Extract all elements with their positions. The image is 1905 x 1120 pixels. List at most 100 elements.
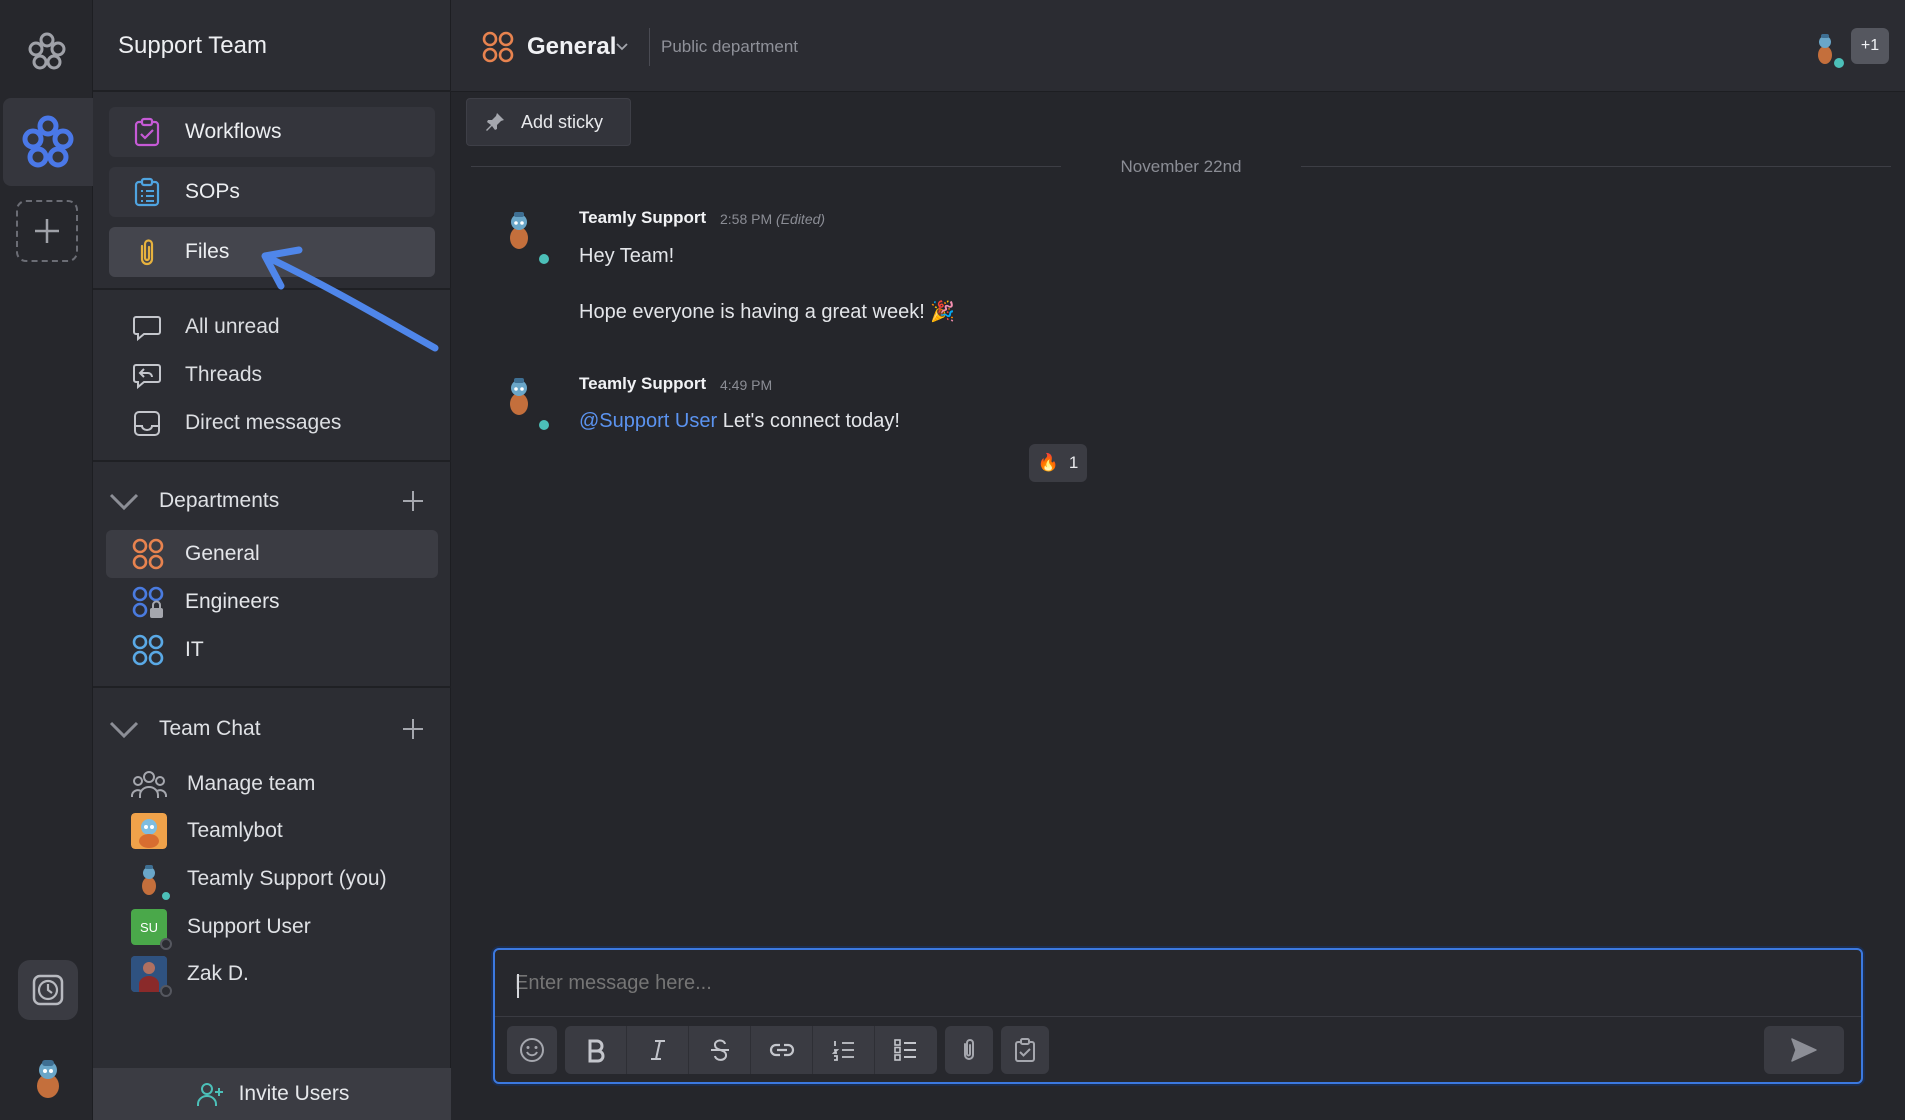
sops-icon <box>134 177 160 207</box>
plus-icon <box>35 219 59 243</box>
italic-button[interactable] <box>627 1026 689 1074</box>
divider <box>93 90 451 92</box>
paperclip-icon <box>964 1039 974 1060</box>
italic-icon <box>650 1040 665 1060</box>
online-status-dot <box>537 252 551 266</box>
divider <box>93 686 451 688</box>
user-mention[interactable]: @Support User <box>579 410 717 432</box>
add-department-icon[interactable] <box>401 489 425 513</box>
more-members-badge[interactable]: +1 <box>1851 28 1889 64</box>
reaction-count: 1 <box>1068 453 1079 472</box>
department-it[interactable]: IT <box>106 626 438 674</box>
workspace-switch-support-team[interactable] <box>3 98 93 186</box>
message-author[interactable]: Teamly Support <box>579 374 706 394</box>
author-avatar[interactable] <box>501 208 537 252</box>
departments-section-header[interactable]: Departments <box>107 481 437 521</box>
teamly-support-avatar <box>131 861 172 902</box>
clock-icon <box>32 974 64 1006</box>
author-avatar[interactable] <box>501 374 537 418</box>
bold-icon <box>588 1039 604 1063</box>
invite-users-button[interactable]: Invite Users <box>93 1068 451 1120</box>
message-input[interactable] <box>515 972 1815 995</box>
online-status-dot <box>160 890 172 902</box>
message[interactable]: Teamly Support 4:49 PM @Support User Let… <box>501 374 1801 484</box>
add-task-button[interactable] <box>1001 1026 1049 1074</box>
department-general[interactable]: General <box>106 530 438 578</box>
strikethrough-button[interactable] <box>689 1026 751 1074</box>
nav-threads-label: Threads <box>185 363 263 386</box>
date-label: November 22nd <box>1120 157 1242 176</box>
sops-label: SOPs <box>185 180 240 203</box>
chat-support-user-label: Support User <box>187 915 311 938</box>
add-sticky-button[interactable]: Add sticky <box>466 98 631 146</box>
workflows-button[interactable]: Workflows <box>109 107 435 157</box>
attach-group <box>945 1026 993 1074</box>
paperclip-icon <box>140 239 154 266</box>
channel-view: General Public department +1 Add sticky … <box>451 0 1905 1120</box>
message-author[interactable]: Teamly Support <box>579 208 706 228</box>
message[interactable]: Teamly Support 2:58 PM (Edited) Hey Team… <box>501 208 1801 328</box>
bullet-list-button[interactable] <box>875 1026 937 1074</box>
clipboard-check-icon <box>1015 1038 1035 1062</box>
message-text: Hope everyone is having a great week! 🎉 <box>579 301 956 323</box>
link-button[interactable] <box>751 1026 813 1074</box>
chat-bubble-icon <box>133 316 161 342</box>
task-group <box>1001 1026 1049 1074</box>
departments-title: Departments <box>159 489 280 512</box>
nav-threads[interactable]: Threads <box>131 355 262 395</box>
bold-button[interactable] <box>565 1026 627 1074</box>
chat-manage-team-label: Manage team <box>187 772 316 795</box>
chevron-down-icon <box>109 493 139 511</box>
nav-direct-messages-label: Direct messages <box>185 411 342 434</box>
numbered-list-icon <box>831 1041 854 1061</box>
department-engineers[interactable]: Engineers <box>106 578 438 626</box>
offline-status-dot <box>160 985 172 997</box>
chat-teamlybot[interactable]: Teamlybot <box>131 809 283 853</box>
workspace-logo-icon <box>22 115 74 168</box>
department-locked-icon <box>132 586 164 618</box>
numbered-list-button[interactable] <box>813 1026 875 1074</box>
chevron-down-icon[interactable] <box>614 40 630 54</box>
department-general-label: General <box>185 542 260 565</box>
team-icon <box>131 771 167 798</box>
add-chat-icon[interactable] <box>401 717 425 741</box>
date-separator: November 22nd <box>471 155 1891 179</box>
avatar-initials: SU <box>139 919 159 935</box>
annotation-arrow-icon <box>261 246 439 352</box>
reaction-badge[interactable]: 🔥 1 <box>1029 444 1087 482</box>
chat-manage-team[interactable]: Manage team <box>131 762 315 806</box>
team-chat-title: Team Chat <box>159 717 261 740</box>
add-sticky-label: Add sticky <box>521 111 604 132</box>
invite-users-label: Invite Users <box>238 1082 350 1105</box>
channel-name[interactable]: General <box>527 33 616 61</box>
team-chat-section-header[interactable]: Team Chat <box>107 709 437 749</box>
online-status-dot <box>537 418 551 432</box>
chat-teamly-support-label: Teamly Support (you) <box>187 867 387 890</box>
department-icon <box>132 538 164 570</box>
channel-header: General Public department +1 <box>451 0 1905 92</box>
chat-support-user[interactable]: SU Support User <box>131 905 311 950</box>
divider <box>495 1016 1861 1017</box>
edited-label: (Edited) <box>776 211 826 227</box>
user-avatar[interactable] <box>30 1056 66 1100</box>
emoji-button[interactable] <box>507 1026 557 1074</box>
chat-teamly-support[interactable]: Teamly Support (you) <box>131 857 387 902</box>
offline-status-dot <box>160 938 172 950</box>
send-button[interactable] <box>1764 1026 1844 1074</box>
history-button[interactable] <box>18 960 78 1020</box>
message-body: Let's connect today! <box>722 410 900 432</box>
teamly-logo-icon[interactable] <box>22 27 72 77</box>
attach-file-button[interactable] <box>945 1026 993 1074</box>
channel-description: Public department <box>661 37 799 56</box>
header-separator <box>649 28 650 66</box>
threads-icon <box>133 364 161 390</box>
chat-zak-d[interactable]: Zak D. <box>131 952 249 997</box>
chat-zak-d-label: Zak D. <box>187 962 249 985</box>
pin-icon <box>486 113 504 131</box>
nav-direct-messages[interactable]: Direct messages <box>131 403 341 443</box>
workflows-label: Workflows <box>185 120 282 143</box>
chevron-down-icon <box>109 721 139 739</box>
strikethrough-icon <box>710 1039 729 1061</box>
add-workspace-button[interactable] <box>16 200 78 262</box>
sops-button[interactable]: SOPs <box>109 167 435 217</box>
